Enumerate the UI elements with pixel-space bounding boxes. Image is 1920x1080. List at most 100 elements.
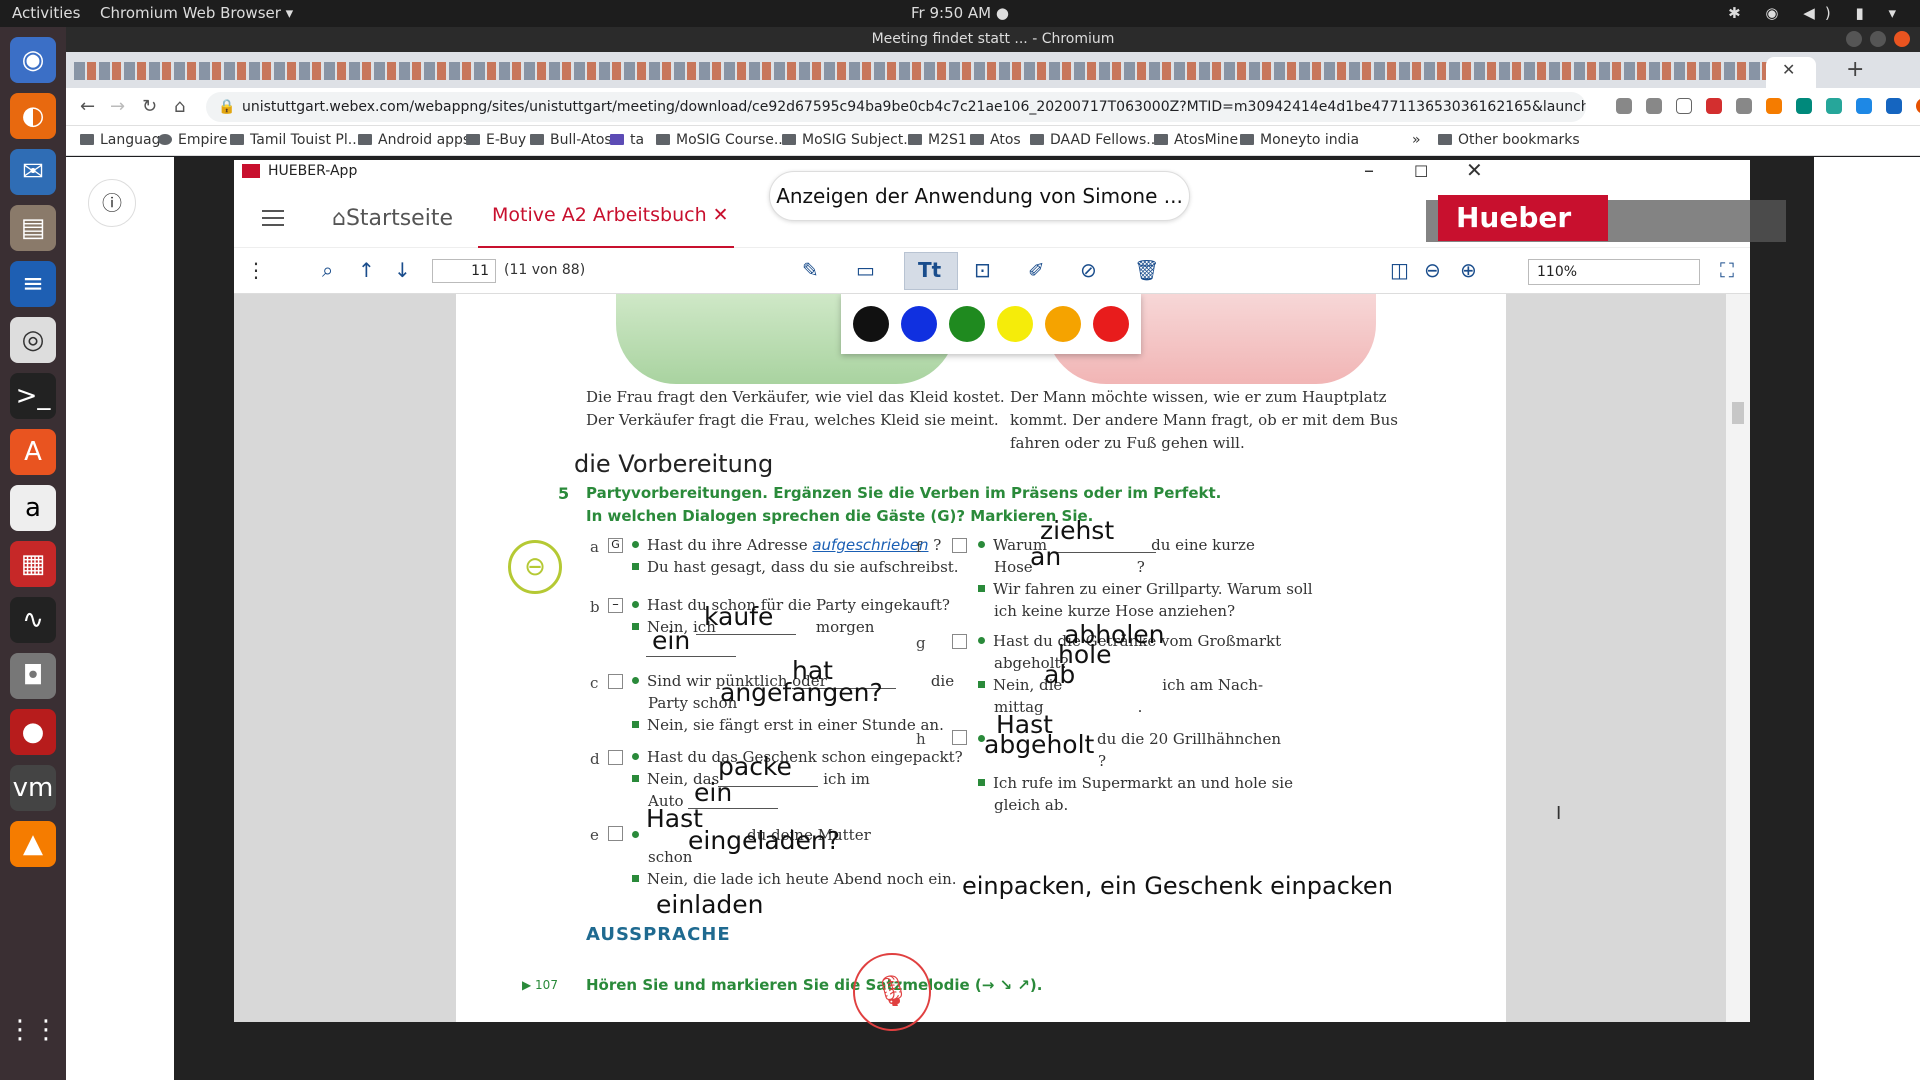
guest-checkbox[interactable] xyxy=(952,730,967,745)
bookmark-item[interactable]: Empire xyxy=(158,132,227,148)
other-bookmarks[interactable]: Other bookmarks xyxy=(1438,132,1580,148)
close-icon[interactable] xyxy=(1894,31,1910,47)
bookmark-item[interactable]: Moneyto india xyxy=(1240,132,1359,148)
audio-track[interactable]: ▶ 107 xyxy=(522,978,558,992)
bookmark-item[interactable]: M2S1 xyxy=(908,132,967,148)
split-view-icon[interactable]: ◫ xyxy=(1390,258,1409,282)
show-apps-icon[interactable]: ⋮⋮ xyxy=(7,1007,59,1053)
color-blue[interactable] xyxy=(901,306,937,342)
chromium-icon[interactable]: ◉ xyxy=(10,37,56,83)
bookmark-item[interactable]: DAAD Fellows... xyxy=(1030,132,1160,148)
extension-icon[interactable] xyxy=(1826,98,1842,114)
color-red[interactable] xyxy=(1093,306,1129,342)
back-icon[interactable]: ← xyxy=(80,96,95,117)
writer-icon[interactable]: ≡ xyxy=(10,261,56,307)
menu-icon[interactable] xyxy=(262,210,284,226)
pinned-tabs[interactable] xyxy=(74,62,1774,80)
camera-extension-icon[interactable] xyxy=(1616,98,1632,114)
delete-icon[interactable]: 🗑 xyxy=(1134,258,1159,282)
firefox-icon[interactable]: ◐ xyxy=(10,93,56,139)
color-orange[interactable] xyxy=(1045,306,1081,342)
bookmark-item[interactable]: AtosMine xyxy=(1154,132,1238,148)
annotation-text[interactable]: eingeladen? xyxy=(688,826,840,855)
vmware-icon[interactable]: vm xyxy=(10,765,56,811)
page-number-input[interactable]: 11 xyxy=(432,259,496,283)
close-icon[interactable]: ✕ xyxy=(713,204,729,226)
scroll-thumb[interactable] xyxy=(1732,402,1744,424)
forward-icon[interactable]: → xyxy=(110,96,125,117)
adblock-icon[interactable] xyxy=(1706,98,1722,114)
guest-checkbox[interactable] xyxy=(608,826,623,841)
zoom-input[interactable]: 110% xyxy=(1528,259,1700,285)
translate-icon[interactable] xyxy=(1646,98,1662,114)
next-page-icon[interactable]: ↓ xyxy=(394,258,411,282)
profile-avatar[interactable] xyxy=(1916,98,1920,114)
thunderbird-icon[interactable]: ✉ xyxy=(10,149,56,195)
bookmark-item[interactable]: ta xyxy=(610,132,644,148)
home-link[interactable]: ⌂Startseite xyxy=(332,206,453,231)
guest-checkbox[interactable] xyxy=(952,634,967,649)
minimize-icon[interactable] xyxy=(1846,31,1862,47)
hide-annotations-icon[interactable]: ⊘ xyxy=(1080,258,1097,282)
system-tray[interactable]: ✱ ◉ ◀) ▮ ▾ xyxy=(1728,4,1906,22)
bookmark-item[interactable]: Tamil Touist Pl... xyxy=(230,132,361,148)
close-icon[interactable]: ✕ xyxy=(1466,158,1483,182)
extension-icon[interactable] xyxy=(1736,98,1752,114)
annotation-text[interactable]: einpacken, ein Geschenk einpacken xyxy=(962,872,1393,900)
annotation-text[interactable]: packe xyxy=(718,752,792,781)
annotation-text[interactable]: ein xyxy=(652,626,690,655)
bookmark-item[interactable]: Atos xyxy=(970,132,1021,148)
annotation-text[interactable]: ziehst xyxy=(1040,516,1114,545)
cherry-icon[interactable]: ● xyxy=(10,709,56,755)
files-icon[interactable]: ▤ xyxy=(10,205,56,251)
text-box-icon[interactable]: ⊡ xyxy=(974,258,991,282)
address-bar[interactable]: 🔒 unistuttgart.webex.com/webappng/sites/… xyxy=(206,92,1586,122)
bookmark-item[interactable]: Language xyxy=(80,132,169,148)
guest-checkbox[interactable] xyxy=(608,750,623,765)
maximize-icon[interactable]: ☐ xyxy=(1414,162,1428,181)
bookmark-item[interactable]: E-Buy xyxy=(466,132,526,148)
guest-checkbox[interactable] xyxy=(608,674,623,689)
extension-icon[interactable] xyxy=(1856,98,1872,114)
guest-checkbox[interactable]: G xyxy=(608,538,623,553)
bookmark-item[interactable]: Bull-Atos xyxy=(530,132,612,148)
search-doc-icon[interactable]: ⌕ xyxy=(322,258,333,282)
pen-icon[interactable]: ✐ xyxy=(1028,258,1045,282)
minimize-icon[interactable]: – xyxy=(1364,158,1374,182)
info-icon[interactable]: ⓘ xyxy=(88,179,136,227)
color-green[interactable] xyxy=(949,306,985,342)
extension-icon[interactable] xyxy=(1796,98,1812,114)
bookmark-item[interactable]: MoSIG Course... xyxy=(656,132,787,148)
zoom-out-icon[interactable]: ⊖ xyxy=(1424,258,1441,282)
bookmark-item[interactable]: Android apps xyxy=(358,132,470,148)
color-yellow[interactable] xyxy=(997,306,1033,342)
home-icon[interactable]: ⌂ xyxy=(174,96,185,117)
comment-icon[interactable]: ▭ xyxy=(856,258,875,282)
software-icon[interactable]: A xyxy=(10,429,56,475)
bookmark-item[interactable]: MoSIG Subject... xyxy=(782,132,917,148)
annotation-text[interactable]: abgeholt xyxy=(984,730,1094,759)
guest-checkbox[interactable]: – xyxy=(608,598,623,613)
system-monitor-icon[interactable]: ∿ xyxy=(10,597,56,643)
extension-icon[interactable] xyxy=(1886,98,1902,114)
star-icon[interactable] xyxy=(1676,98,1692,114)
terminal-icon[interactable]: >_ xyxy=(10,373,56,419)
extension-icon[interactable] xyxy=(1766,98,1782,114)
pdf-scrollbar[interactable] xyxy=(1726,294,1750,1022)
new-tab-button[interactable]: + xyxy=(1846,57,1864,82)
mute-microphone-icon[interactable]: 🎙 xyxy=(853,953,931,1031)
reload-icon[interactable]: ↻ xyxy=(142,96,157,117)
tab-close-icon[interactable]: ✕ xyxy=(1782,60,1795,79)
zoom-in-icon[interactable]: ⊕ xyxy=(1460,258,1477,282)
annotation-text[interactable]: einladen xyxy=(656,890,764,919)
color-black[interactable] xyxy=(853,306,889,342)
app-icon[interactable]: ▦ xyxy=(10,541,56,587)
maximize-icon[interactable] xyxy=(1870,31,1886,47)
prev-page-icon[interactable]: ↑ xyxy=(358,258,375,282)
fullscreen-icon[interactable]: ⛶ xyxy=(1720,258,1734,282)
annotation-text[interactable]: angefangen? xyxy=(720,678,883,707)
clock[interactable]: Fr 9:50 AM ● xyxy=(0,4,1920,22)
annotation-text[interactable]: an xyxy=(1030,542,1061,571)
rhythmbox-icon[interactable]: ◎ xyxy=(10,317,56,363)
sharing-banner[interactable]: Anzeigen der Anwendung von Simone ... xyxy=(769,171,1190,221)
